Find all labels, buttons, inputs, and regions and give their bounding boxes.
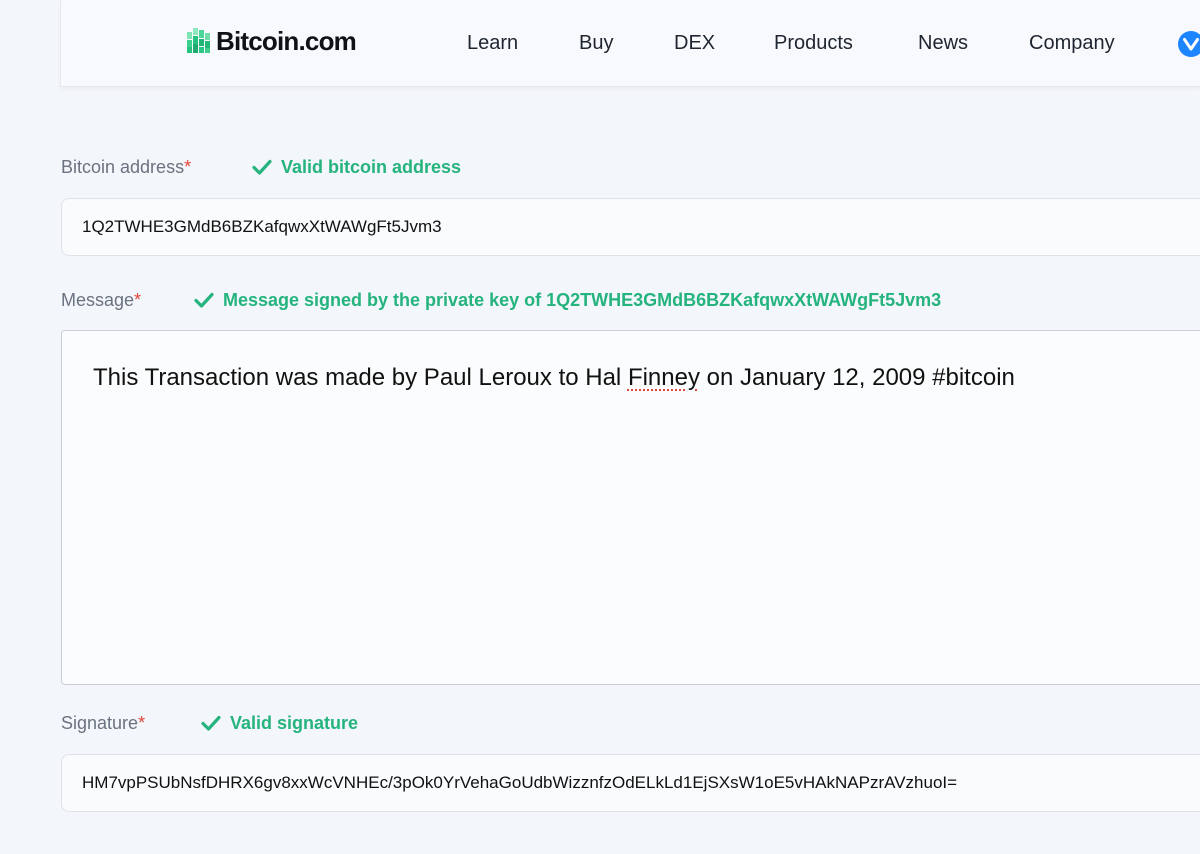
message-valid-text: Message signed by the private key of 1Q2… [223,290,942,310]
misspelled-word: Finney [627,364,700,391]
signature-input[interactable]: HM7vpPSUbNsfDHRX6gv8xxWcVNHEc/3pOk0YrVeh… [61,754,1200,812]
nav-dex[interactable]: DEX [674,30,715,56]
address-valid-status: Valid bitcoin address [252,156,461,178]
signature-label: Signature* [61,712,145,734]
nav-company[interactable]: Company [1029,30,1115,56]
check-icon [252,159,272,175]
verse-icon[interactable] [1177,30,1200,58]
required-asterisk: * [138,713,146,733]
check-icon [201,715,221,731]
message-label-text: Message [61,290,135,310]
address-label-text: Bitcoin address [61,157,185,177]
nav-learn[interactable]: Learn [467,30,518,56]
site-header: Bitcoin.com Learn Buy DEX Products News … [60,0,1200,87]
nav-products[interactable]: Products [774,30,853,56]
bitcoin-address-input[interactable]: 1Q2TWHE3GMdB6BZKafqwxXtWAWgFt5Jvm3 [61,198,1200,256]
page: Bitcoin.com Learn Buy DEX Products News … [0,0,1200,854]
nav-news[interactable]: News [918,30,968,56]
address-label: Bitcoin address* [61,156,191,178]
message-textarea[interactable]: This Transaction was made by Paul Leroux… [61,330,1200,685]
logo-text: Bitcoin.com [216,26,357,56]
nav-buy[interactable]: Buy [579,30,613,56]
check-icon [194,292,214,308]
signature-label-text: Signature [61,713,139,733]
message-text-end: on January 12, 2009 #bitcoin [699,364,1015,391]
signature-valid-status: Valid signature [201,712,358,734]
bitcoin-com-logo-icon [187,28,210,53]
address-valid-text: Valid bitcoin address [281,157,462,177]
required-asterisk: * [184,157,192,177]
message-text-start: This Transaction was made by Paul Leroux… [93,364,628,391]
message-label: Message* [61,289,141,311]
site-logo[interactable]: Bitcoin.com [187,26,357,56]
required-asterisk: * [134,290,142,310]
signature-valid-text: Valid signature [230,713,359,733]
message-valid-status: Message signed by the private key of 1Q2… [194,289,941,311]
